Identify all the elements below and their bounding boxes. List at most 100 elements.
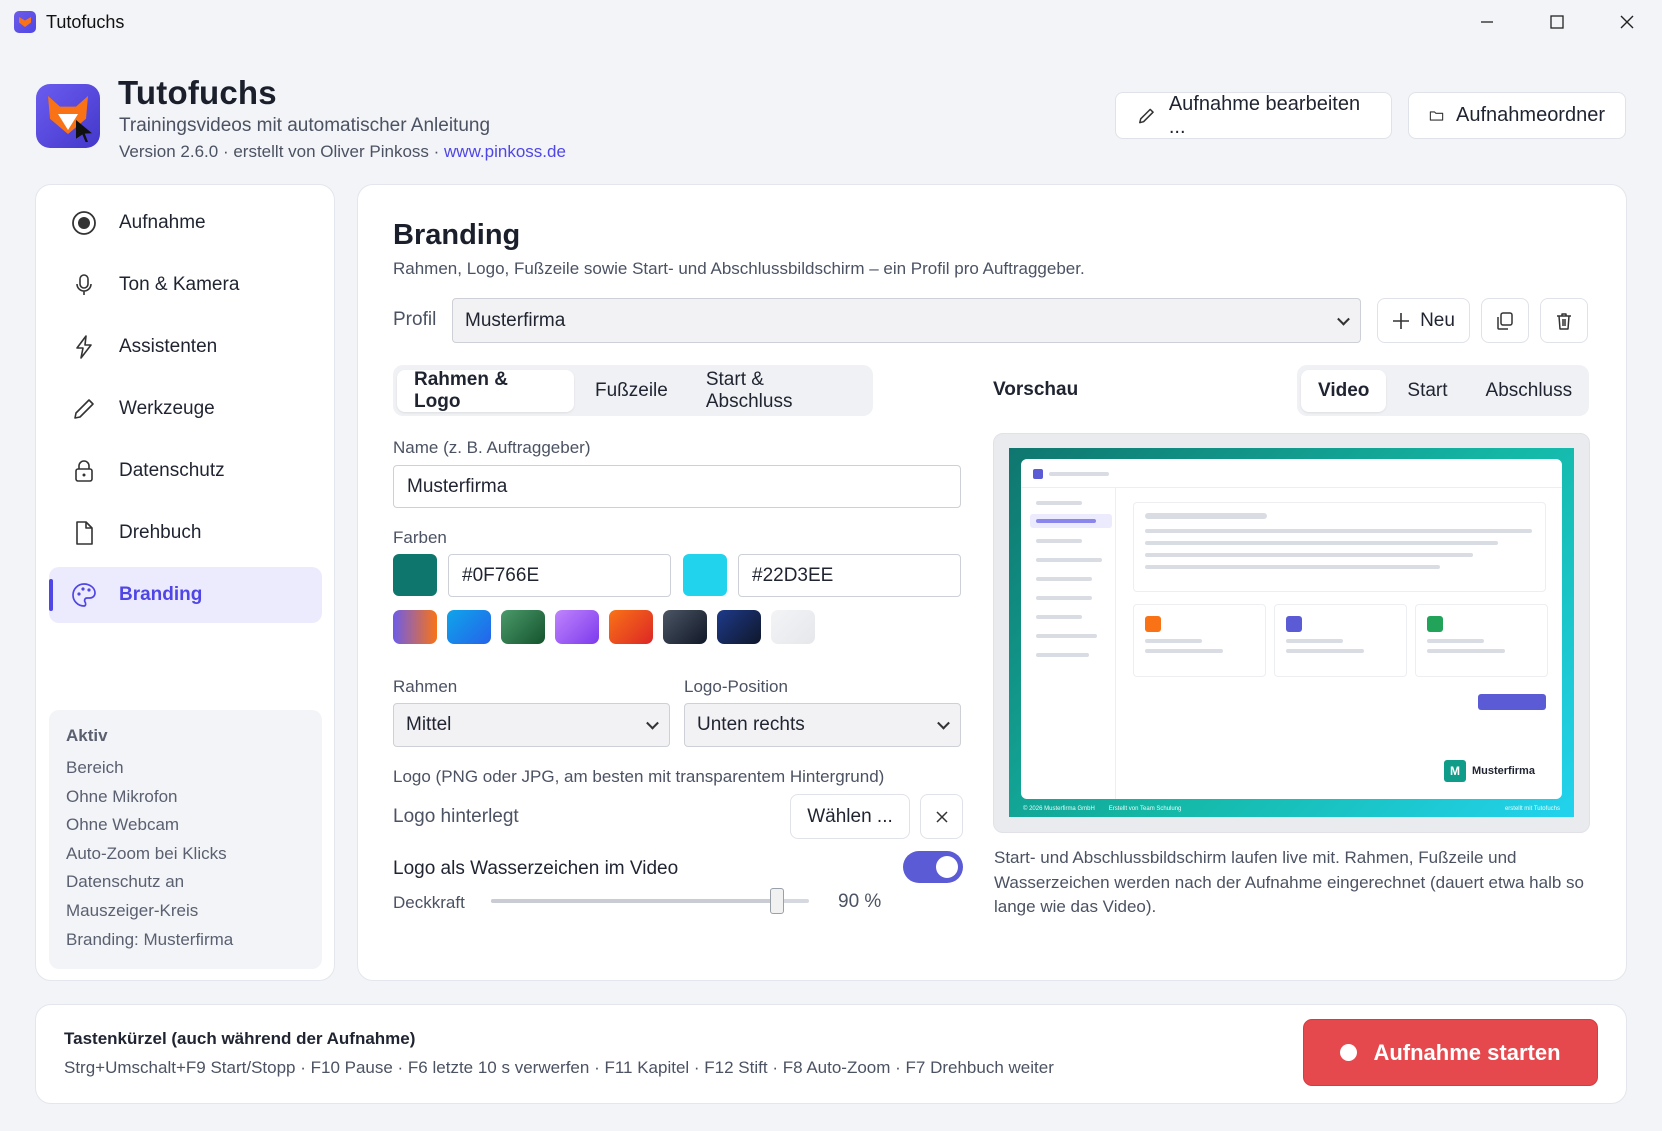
preview-footer-mid: Erstellt von Team Schulung (1108, 805, 1182, 812)
edit-recording-label: Aufnahme bearbeiten ... (1168, 92, 1361, 138)
record-icon (69, 208, 99, 238)
status-item: Auto-Zoom bei Klicks (66, 843, 227, 863)
sidebar-item-aufnahme[interactable]: Aufnahme (49, 195, 322, 251)
shortcuts-list: Strg+Umschalt+F9 Start/Stopp · F10 Pause… (64, 1058, 1054, 1077)
duplicate-profile-button[interactable] (1481, 298, 1529, 343)
preview-label: Vorschau (993, 379, 1079, 400)
profile-select[interactable]: Musterfirma (452, 298, 1361, 343)
delete-profile-button[interactable] (1540, 298, 1588, 343)
close-icon (935, 810, 948, 823)
sidebar-item-label: Aufnahme (119, 212, 206, 233)
frame-select[interactable]: Mittel (393, 703, 670, 747)
name-input[interactable]: Musterfirma (393, 465, 961, 508)
sidebar-item-assistenten[interactable]: Assistenten (49, 319, 322, 375)
preview-footer-right: erstellt mit Tutofuchs (1504, 805, 1560, 812)
sidebar-item-label: Drehbuch (119, 522, 202, 543)
sidebar-item-datenschutz[interactable]: Datenschutz (49, 443, 322, 499)
start-recording-label: Aufnahme starten (1373, 1039, 1561, 1065)
preset-swatch[interactable] (771, 610, 815, 644)
preset-swatch[interactable] (717, 610, 761, 644)
preset-swatch[interactable] (555, 610, 599, 644)
preset-swatch[interactable] (609, 610, 653, 644)
sidebar-item-werkzeuge[interactable]: Werkzeuge (49, 381, 322, 437)
remove-logo-button[interactable] (920, 794, 963, 839)
preview-footer-left: © 2026 Musterfirma GmbH (1023, 805, 1095, 812)
window-title: Tutofuchs (46, 12, 125, 32)
secondary-color-swatch[interactable] (683, 554, 727, 596)
close-button[interactable] (1592, 0, 1662, 44)
lightning-icon (69, 332, 99, 362)
preset-swatch[interactable] (501, 610, 545, 644)
app-logo (36, 84, 100, 148)
sidebar-item-drehbuch[interactable]: Drehbuch (49, 505, 322, 561)
maximize-button[interactable] (1522, 0, 1592, 44)
preset-swatch[interactable] (393, 610, 437, 644)
edit-recording-button[interactable]: Aufnahme bearbeiten ... (1115, 92, 1392, 139)
logo-position-value: Unten rechts (697, 714, 805, 735)
logo-position-select[interactable]: Unten rechts (684, 703, 961, 747)
chevron-down-icon (937, 716, 950, 730)
shortcuts-title: Tastenkürzel (auch während der Aufnahme) (64, 1029, 416, 1048)
colors-label: Farben (393, 528, 447, 547)
status-item: Mauszeiger-Kreis (66, 900, 199, 920)
chevron-down-icon (1337, 312, 1350, 326)
choose-logo-button[interactable]: Wählen ... (790, 794, 910, 839)
preview-tab-start[interactable]: Start (1390, 370, 1464, 412)
new-profile-label: Neu (1420, 309, 1455, 331)
preview-tab-video[interactable]: Video (1301, 369, 1387, 412)
plus-icon (1393, 312, 1410, 329)
primary-color-input[interactable]: #0F766E (448, 554, 671, 597)
minimize-button[interactable] (1452, 0, 1522, 44)
logo-label: Logo (PNG oder JPG, am besten mit transp… (393, 767, 885, 786)
active-status-box: Aktiv Bereich Ohne Mikrofon Ohne Webcam … (49, 710, 322, 969)
app-icon (14, 11, 36, 33)
opacity-value: 90 % (838, 891, 882, 912)
start-recording-button[interactable]: Aufnahme starten (1303, 1019, 1598, 1086)
sidebar-item-label: Ton & Kamera (119, 274, 240, 295)
preview-company-name: Musterfirma (1472, 765, 1535, 777)
preview-logo-badge: M (1444, 760, 1466, 782)
folder-icon (1429, 110, 1444, 121)
recording-folder-button[interactable]: Aufnahmeordner (1408, 92, 1626, 139)
preview-app-mock: M Musterfirma (1021, 459, 1562, 799)
website-link[interactable]: www.pinkoss.de (444, 142, 566, 161)
preview-caption: Start- und Abschlussbildschirm laufen li… (994, 848, 1585, 916)
status-item: Ohne Webcam (66, 815, 180, 835)
name-label: Name (z. B. Auftraggeber) (393, 438, 591, 457)
tab-rahmen-logo[interactable]: Rahmen & Logo (397, 369, 574, 412)
opacity-slider[interactable] (491, 899, 809, 903)
status-item: Bereich (66, 758, 124, 777)
preview-tabs: Video Start Abschluss (1297, 365, 1589, 416)
status-item: Branding: Musterfirma (66, 929, 234, 949)
opacity-label: Deckkraft (393, 893, 465, 912)
sidebar-item-branding[interactable]: Branding (49, 567, 322, 623)
preset-swatch[interactable] (663, 610, 707, 644)
palette-icon (69, 580, 99, 610)
profile-label: Profil (393, 309, 437, 330)
watermark-toggle[interactable] (903, 851, 963, 883)
sidebar-item-ton-kamera[interactable]: Ton & Kamera (49, 257, 322, 313)
close-icon (1620, 15, 1634, 29)
app-subtitle: Trainingsvideos mit automatischer Anleit… (119, 115, 491, 136)
secondary-color-input[interactable]: #22D3EE (738, 554, 961, 597)
opacity-slider-thumb[interactable] (770, 888, 785, 914)
chevron-down-icon (646, 716, 659, 730)
recording-folder-label: Aufnahmeordner (1456, 104, 1605, 126)
primary-color-swatch[interactable] (393, 554, 437, 596)
tab-start-abschluss[interactable]: Start & Abschluss (689, 369, 869, 412)
preview-tab-abschluss[interactable]: Abschluss (1469, 370, 1590, 412)
choose-logo-label: Wählen ... (807, 805, 893, 827)
pencil-icon (69, 394, 99, 424)
preset-swatch[interactable] (447, 610, 491, 644)
app-name: Tutofuchs (118, 74, 277, 111)
branding-tabs: Rahmen & Logo Fußzeile Start & Abschluss (393, 365, 873, 416)
new-profile-button[interactable]: Neu (1377, 298, 1470, 343)
preview-footer-bar: © 2026 Musterfirma GmbH Erstellt von Tea… (1009, 800, 1574, 817)
record-dot-icon (1340, 1044, 1358, 1061)
status-heading: Aktiv (66, 726, 108, 745)
page-description: Rahmen, Logo, Fußzeile sowie Start- und … (393, 259, 1085, 278)
lock-icon (69, 456, 99, 486)
frame-value: Mittel (406, 714, 452, 735)
tab-fusszeile[interactable]: Fußzeile (578, 370, 685, 412)
sidebar-item-label: Datenschutz (119, 460, 225, 481)
